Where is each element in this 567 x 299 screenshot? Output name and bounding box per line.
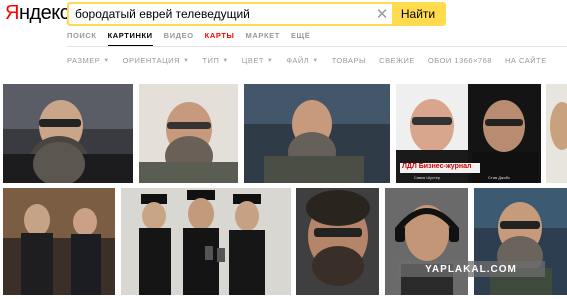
filter-goods[interactable]: ТОВАРЫ: [332, 56, 366, 65]
tab-more[interactable]: ЕЩЁ: [291, 31, 310, 47]
logo-text: ндекс: [18, 2, 70, 24]
image-result[interactable]: [244, 84, 390, 183]
tab-video[interactable]: ВИДЕО: [164, 31, 194, 47]
tab-search[interactable]: ПОИСК: [67, 31, 97, 47]
image-result[interactable]: [121, 188, 291, 295]
chevron-down-icon: ▼: [266, 57, 274, 64]
caption-brand: ЛДЛ Бизнес-журнал: [402, 163, 472, 170]
yandex-logo[interactable]: Яндекс: [5, 2, 70, 24]
chevron-down-icon: ▼: [183, 57, 190, 64]
image-result[interactable]: ЛДЛ Бизнес-журнал Савик Шустер Стив Джоб…: [396, 84, 541, 183]
caption-right: Стив Джобс: [488, 175, 511, 180]
filter-color[interactable]: ЦВЕТ ▼: [242, 56, 274, 65]
image-result[interactable]: [546, 84, 567, 183]
close-icon[interactable]: ✕: [372, 4, 392, 24]
tab-images[interactable]: КАРТИНКИ: [107, 31, 153, 47]
search-button[interactable]: Найти: [392, 4, 444, 24]
image-result[interactable]: [3, 84, 133, 183]
image-result[interactable]: [474, 188, 567, 295]
logo-letter: Я: [5, 2, 19, 24]
search-input[interactable]: [69, 4, 372, 24]
image-result[interactable]: [3, 188, 115, 295]
filter-label: ЦВЕТ: [241, 56, 264, 65]
filter-label: ФАЙЛ: [286, 56, 310, 65]
filter-orientation[interactable]: ОРИЕНТАЦИЯ ▼: [123, 56, 190, 65]
watermark: YAPLAKAL.COM: [397, 261, 545, 277]
filter-label: ТИП: [202, 56, 220, 65]
chevron-down-icon: ▼: [103, 57, 110, 64]
image-result[interactable]: [385, 188, 468, 295]
filter-wallpaper[interactable]: ОБОИ 1366×768: [428, 56, 492, 65]
caption-left: Савик Шустер: [414, 175, 441, 180]
filter-label: ОРИЕНТАЦИЯ: [122, 56, 180, 65]
image-result[interactable]: [296, 188, 379, 295]
search-bar: ✕ Найти: [67, 2, 446, 26]
filter-label: РАЗМЕР: [67, 56, 101, 65]
filter-size[interactable]: РАЗМЕР ▼: [67, 56, 110, 65]
filter-type[interactable]: ТИП ▼: [202, 56, 228, 65]
image-result[interactable]: [139, 84, 238, 183]
search-tabs: ПОИСК КАРТИНКИ ВИДЕО КАРТЫ МАРКЕТ ЕЩЁ: [67, 31, 321, 47]
divider: [67, 46, 567, 47]
filter-on-site[interactable]: НА САЙТЕ: [505, 56, 547, 65]
filter-fresh[interactable]: СВЕЖИЕ: [379, 56, 415, 65]
chevron-down-icon: ▼: [222, 57, 229, 64]
tab-market[interactable]: МАРКЕТ: [246, 31, 280, 47]
tab-maps[interactable]: КАРТЫ: [205, 31, 235, 47]
filter-file[interactable]: ФАЙЛ ▼: [286, 56, 318, 65]
chevron-down-icon: ▼: [312, 57, 319, 64]
filter-bar: РАЗМЕР ▼ ОРИЕНТАЦИЯ ▼ ТИП ▼ ЦВЕТ ▼ ФАЙЛ ▼ ТОВ…: [67, 56, 560, 65]
